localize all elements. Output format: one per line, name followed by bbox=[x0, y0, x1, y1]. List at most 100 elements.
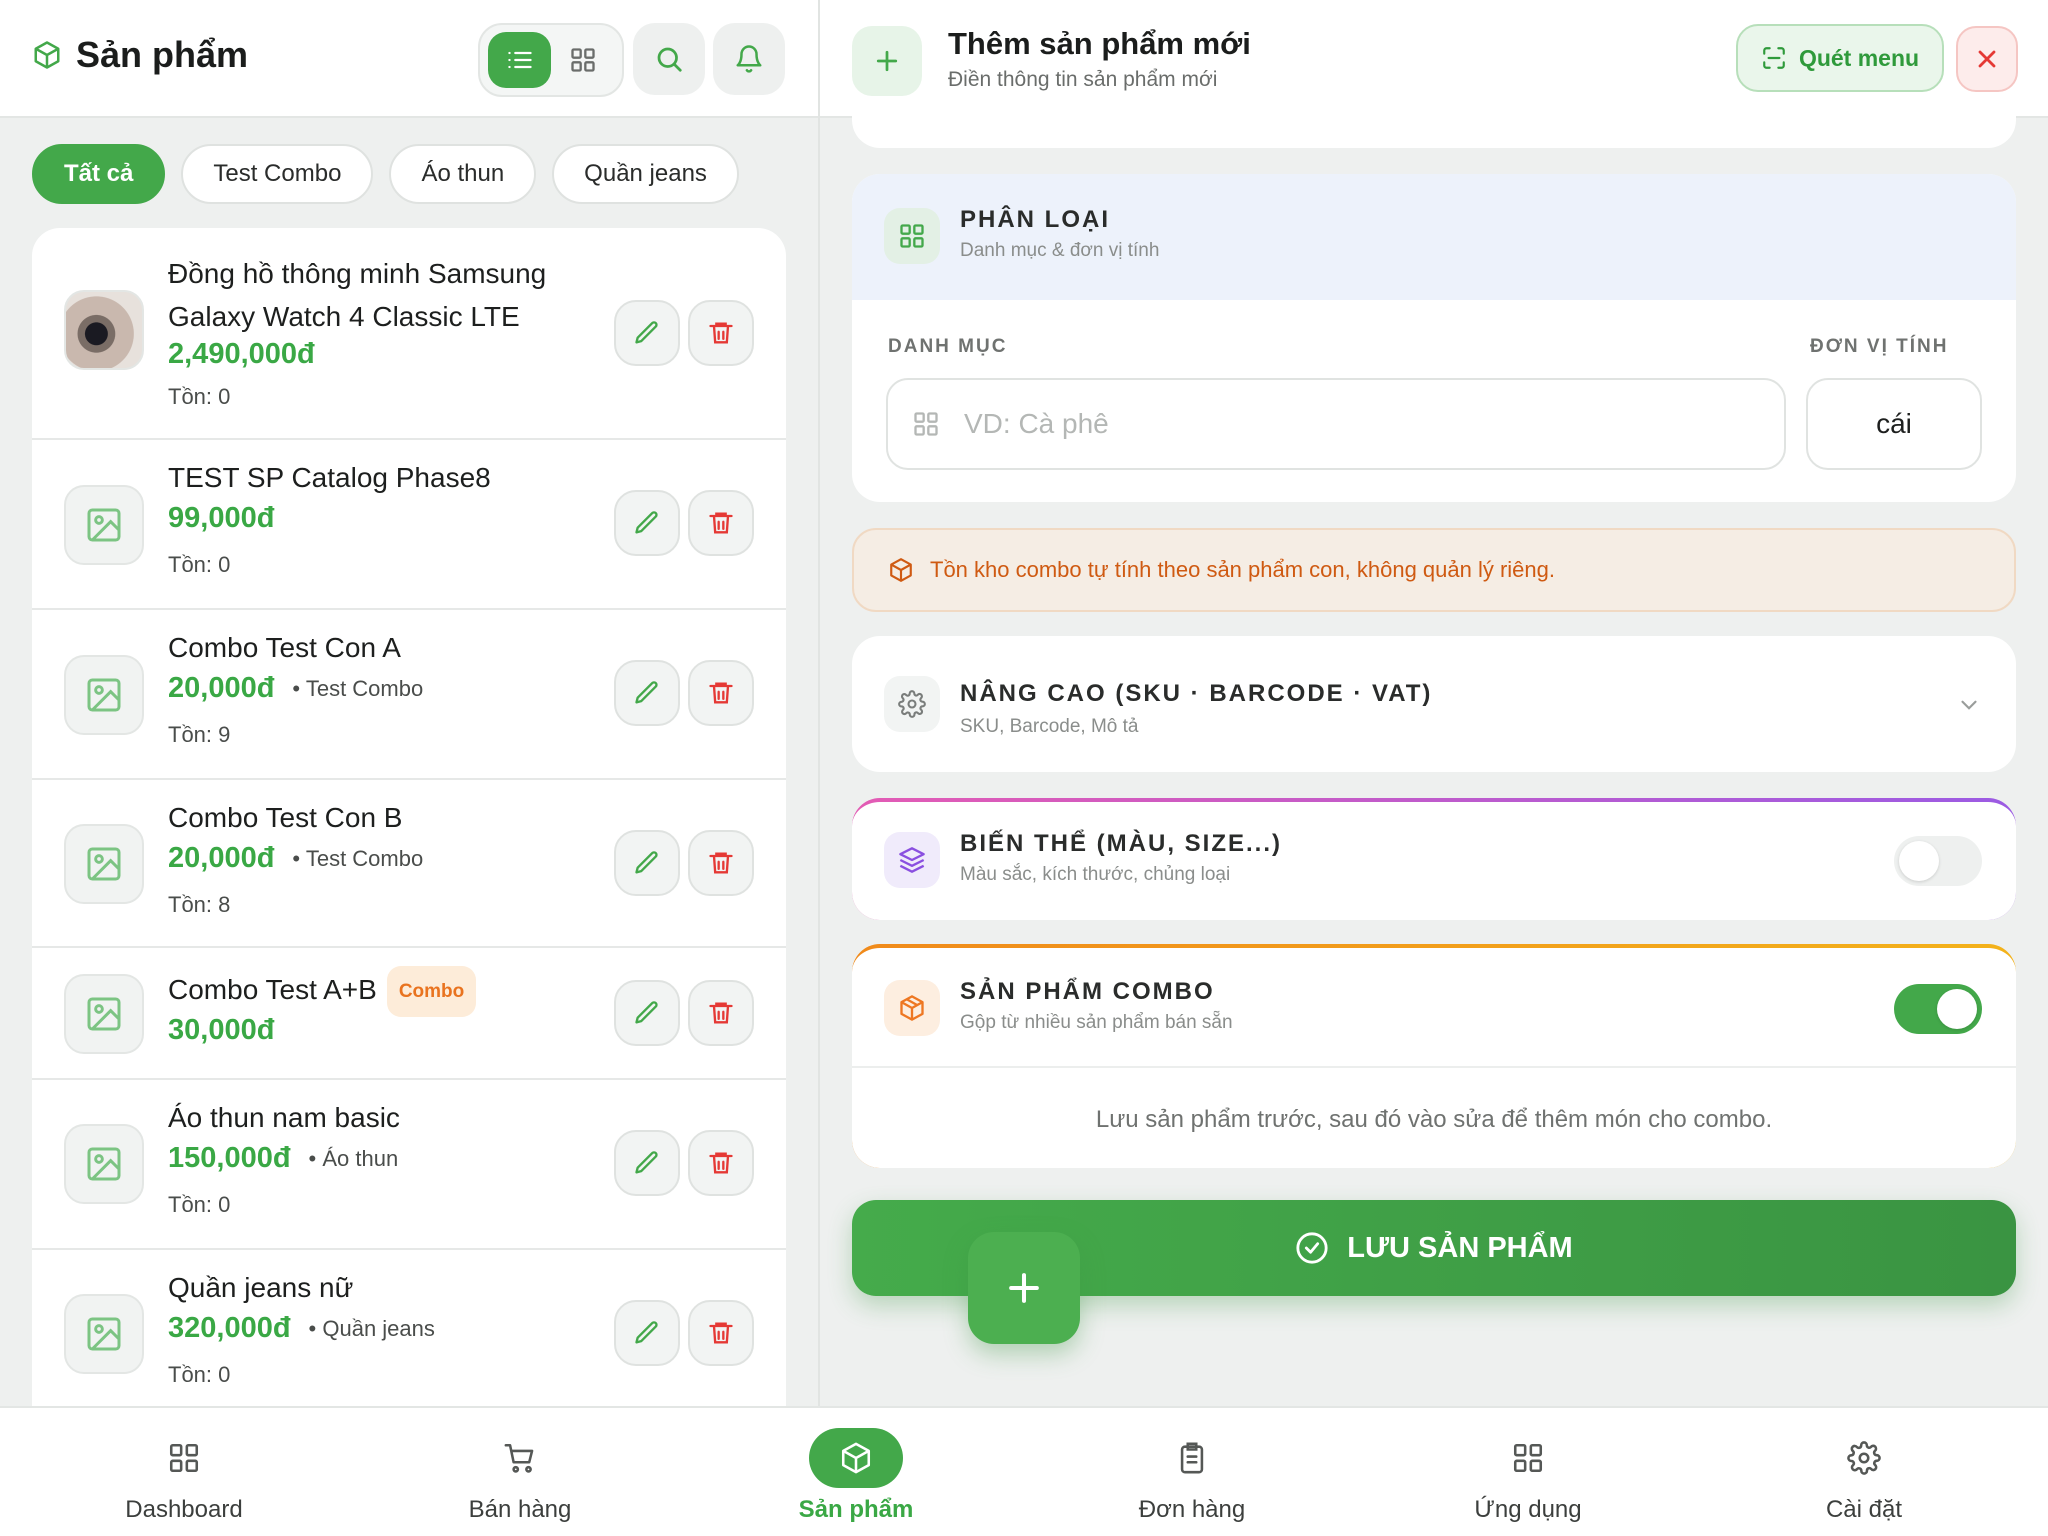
nav-label: Dashboard bbox=[125, 1496, 243, 1523]
list-item[interactable]: Quần jeans nữ 320,000đ • Quần jeans Tồn:… bbox=[32, 1250, 786, 1406]
delete-button[interactable] bbox=[688, 830, 754, 896]
edit-button[interactable] bbox=[614, 1130, 680, 1196]
product-name-line: Đồng hồ thông minh Samsung bbox=[168, 258, 547, 289]
chip-quan-jeans[interactable]: Quần jeans bbox=[552, 144, 739, 204]
section-title: PHÂN LOẠI bbox=[960, 206, 1110, 233]
delete-button[interactable] bbox=[688, 300, 754, 366]
nav-settings[interactable]: Cài đặt bbox=[1764, 1408, 1964, 1536]
product-price: 99,000đ bbox=[168, 502, 275, 534]
scan-menu-label: Quét menu bbox=[1798, 44, 1920, 71]
delete-button[interactable] bbox=[688, 1300, 754, 1366]
grid-view-button[interactable] bbox=[551, 32, 614, 88]
edit-button[interactable] bbox=[614, 1300, 680, 1366]
nav-icon-wrap bbox=[1145, 1428, 1239, 1488]
grid-icon bbox=[912, 410, 940, 438]
delete-button[interactable] bbox=[688, 980, 754, 1046]
edit-button[interactable] bbox=[614, 830, 680, 896]
nav-icon-wrap bbox=[473, 1428, 567, 1488]
unit-value: cái bbox=[1876, 408, 1912, 439]
product-category: • Quần jeans bbox=[308, 1315, 435, 1341]
scan-menu-button[interactable]: Quét menu bbox=[1736, 24, 1944, 92]
category-label: DANH MỤC bbox=[888, 336, 1008, 357]
product-stock: Tồn: 0 bbox=[168, 552, 231, 577]
combo-toggle[interactable] bbox=[1894, 984, 1982, 1034]
section-icon-box bbox=[884, 832, 940, 888]
product-stock: Tồn: 0 bbox=[168, 384, 231, 409]
edit-button[interactable] bbox=[614, 300, 680, 366]
search-button[interactable] bbox=[633, 23, 705, 95]
nav-label: Đơn hàng bbox=[1138, 1496, 1246, 1523]
product-list: Đồng hồ thông minh Samsung Galaxy Watch … bbox=[32, 228, 786, 1406]
category-input[interactable]: VD: Cà phê bbox=[886, 378, 1786, 470]
variants-toggle[interactable] bbox=[1894, 836, 1982, 886]
nav-icon-wrap bbox=[809, 1428, 903, 1488]
category-placeholder: VD: Cà phê bbox=[964, 408, 1109, 439]
toggle-knob bbox=[1899, 841, 1939, 881]
list-item[interactable]: Combo Test A+B Combo 30,000đ bbox=[32, 948, 786, 1080]
gear-icon bbox=[898, 690, 926, 718]
list-item[interactable]: Combo Test Con A 20,000đ • Test Combo Tồ… bbox=[32, 610, 786, 780]
nav-icon-wrap bbox=[1817, 1428, 1911, 1488]
layers-icon bbox=[898, 846, 926, 874]
product-stock: Tồn: 0 bbox=[168, 1362, 231, 1387]
chip-ao-thun[interactable]: Áo thun bbox=[389, 144, 537, 204]
image-icon bbox=[84, 1144, 124, 1184]
nav-sales[interactable]: Bán hàng bbox=[420, 1408, 620, 1536]
nav-products[interactable]: Sản phẩm bbox=[756, 1408, 956, 1536]
edit-button[interactable] bbox=[614, 660, 680, 726]
product-name-line: Galaxy Watch 4 Classic LTE bbox=[168, 301, 520, 332]
chip-test-combo[interactable]: Test Combo bbox=[181, 144, 374, 204]
nav-apps[interactable]: Ứng dụng bbox=[1428, 1408, 1628, 1536]
section-icon-box bbox=[884, 676, 940, 732]
pencil-icon bbox=[633, 1149, 661, 1177]
list-item[interactable]: TEST SP Catalog Phase8 99,000đ Tồn: 0 bbox=[32, 440, 786, 610]
section-title: BIẾN THỂ (MÀU, SIZE...) bbox=[960, 830, 1282, 857]
list-item[interactable]: Đồng hồ thông minh Samsung Galaxy Watch … bbox=[32, 228, 786, 440]
nav-label: Bán hàng bbox=[468, 1496, 572, 1523]
section-subtitle: Gộp từ nhiều sản phẩm bán sẵn bbox=[960, 1012, 1233, 1033]
chip-all[interactable]: Tất cả bbox=[32, 144, 166, 204]
edit-button[interactable] bbox=[614, 980, 680, 1046]
product-name: Quần jeans nữ bbox=[168, 1272, 354, 1303]
list-item[interactable]: Áo thun nam basic 150,000đ • Áo thun Tồn… bbox=[32, 1080, 786, 1250]
product-category: • Test Combo bbox=[292, 845, 424, 871]
section-icon-box bbox=[884, 208, 940, 264]
product-image-placeholder bbox=[64, 655, 144, 735]
delete-button[interactable] bbox=[688, 1130, 754, 1196]
left-header: Sản phẩm bbox=[0, 0, 818, 118]
delete-button[interactable] bbox=[688, 490, 754, 556]
advanced-section[interactable]: NÂNG CAO (SKU · BARCODE · VAT) SKU, Barc… bbox=[852, 636, 2016, 772]
previous-section-card bbox=[852, 100, 2016, 148]
notice-text: Tồn kho combo tự tính theo sản phẩm con,… bbox=[930, 557, 1556, 582]
pencil-icon bbox=[633, 999, 661, 1027]
product-list-panel: Sản phẩm Tất cả Test Combo Áo thun Quần … bbox=[0, 0, 818, 1406]
delete-button[interactable] bbox=[688, 660, 754, 726]
product-name: TEST SP Catalog Phase8 bbox=[168, 462, 491, 493]
floating-add-button[interactable] bbox=[968, 1232, 1080, 1344]
page-title: Sản phẩm bbox=[76, 34, 249, 75]
clipboard-icon bbox=[1175, 1441, 1209, 1475]
toggle-knob bbox=[1937, 989, 1977, 1029]
grid-icon bbox=[898, 222, 926, 250]
nav-dashboard[interactable]: Dashboard bbox=[84, 1408, 284, 1536]
list-view-button[interactable] bbox=[488, 32, 551, 88]
pencil-icon bbox=[633, 1319, 661, 1347]
image-icon bbox=[84, 675, 124, 715]
save-label: LƯU SẢN PHẨM bbox=[1347, 1231, 1573, 1264]
unit-input[interactable]: cái bbox=[1806, 378, 1982, 470]
combo-section: SẢN PHẨM COMBO Gộp từ nhiều sản phẩm bán… bbox=[852, 944, 2016, 1168]
section-title: NÂNG CAO (SKU · BARCODE · VAT) bbox=[960, 680, 1433, 707]
cart-icon bbox=[503, 1441, 537, 1475]
list-item[interactable]: Combo Test Con B 20,000đ • Test Combo Tồ… bbox=[32, 780, 786, 948]
search-icon bbox=[654, 44, 684, 74]
notifications-button[interactable] bbox=[713, 23, 785, 95]
close-button[interactable] bbox=[1956, 26, 2018, 92]
bell-icon bbox=[734, 44, 764, 74]
product-image bbox=[64, 290, 144, 370]
edit-button[interactable] bbox=[614, 490, 680, 556]
trash-icon bbox=[707, 1149, 735, 1177]
product-stock: Tồn: 0 bbox=[168, 1192, 231, 1217]
price-row: 320,000đ • Quần jeans bbox=[168, 1312, 435, 1345]
nav-orders[interactable]: Đơn hàng bbox=[1092, 1408, 1292, 1536]
image-icon bbox=[84, 505, 124, 545]
